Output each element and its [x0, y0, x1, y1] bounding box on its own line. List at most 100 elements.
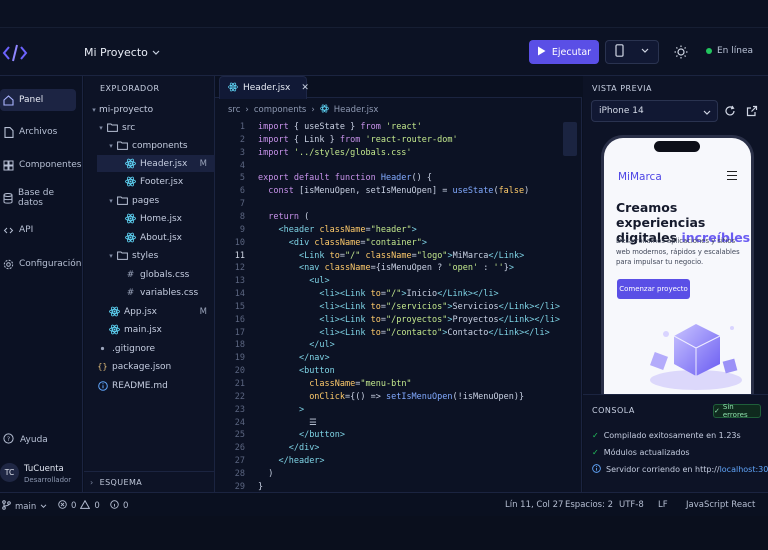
code-line: 5 export default function Header() {: [239, 173, 433, 184]
info-summary[interactable]: 0: [110, 500, 128, 512]
tree-file-variables[interactable]: # variables.css: [84, 284, 215, 301]
info-icon: [96, 380, 109, 391]
language-mode[interactable]: JavaScript React: [686, 500, 755, 510]
help-link[interactable]: ? Ayuda: [3, 433, 48, 447]
chevron-down-icon: ▾: [109, 251, 113, 260]
status-badge-label: Sin errores: [722, 403, 748, 419]
indentation[interactable]: Espacios: 2: [565, 500, 613, 510]
device-select[interactable]: iPhone 14: [591, 100, 718, 122]
tree-file-footer[interactable]: Footer.jsx: [84, 173, 215, 190]
chevron-down-icon: [641, 47, 649, 57]
warning-icon: [80, 499, 91, 512]
site-cta-button[interactable]: Comenzar proyecto: [617, 279, 690, 299]
help-label: Ayuda: [20, 435, 48, 445]
breadcrumb-item[interactable]: src: [228, 105, 240, 115]
chevron-down-icon: ▾: [109, 141, 113, 150]
error-icon: [58, 500, 67, 512]
console-line-text: Módulos actualizados: [603, 448, 690, 457]
user-role: Desarrollador: [24, 476, 72, 484]
run-button[interactable]: Ejecutar: [529, 40, 599, 64]
tab-label: Header.jsx: [243, 83, 291, 93]
line-ending[interactable]: LF: [658, 500, 668, 510]
problems-summary[interactable]: 0 0: [58, 499, 100, 512]
tree-file-header[interactable]: Header.jsx M: [97, 155, 215, 172]
api-icon: [3, 225, 14, 236]
tree-label: pages: [132, 195, 160, 206]
code-line: 7: [239, 199, 245, 210]
code-line: 19 </nav>: [234, 353, 330, 364]
code-line: 26 </div>: [234, 443, 320, 454]
site-brand[interactable]: MiMarca: [618, 171, 662, 183]
tree-folder-src[interactable]: ▾ src: [84, 119, 215, 136]
outline-label: ESQUEMA: [99, 477, 143, 487]
tree-folder-styles[interactable]: ▾ styles: [84, 247, 215, 264]
tree-label: main.jsx: [124, 324, 162, 335]
play-icon: [537, 46, 546, 59]
code-line: 22 onClick={() => setIsMenuOpen(!isMenuO…: [234, 391, 525, 402]
console-title: CONSOLA: [592, 406, 635, 415]
code-line: 3 import '../styles/globals.css': [239, 147, 412, 158]
breadcrumb-item[interactable]: Header.jsx: [334, 105, 379, 115]
refresh-icon[interactable]: [724, 105, 736, 120]
status-badge: ✓ Sin errores: [713, 403, 761, 419]
console-line-text: Servidor corriendo en http://localhost:3…: [606, 465, 768, 474]
preview-title: VISTA PREVIA: [592, 84, 652, 93]
close-icon[interactable]: ✕: [301, 83, 309, 93]
tree-file-package[interactable]: {} package.json: [84, 358, 215, 375]
theme-toggle-sun-icon[interactable]: [671, 42, 691, 62]
sidebar-item-panel[interactable]: Panel: [0, 89, 76, 111]
tree-file-app[interactable]: App.jsx M: [84, 303, 215, 320]
preview-panel: VISTA PREVIA iPhone 14 MiMarca Creamos e…: [583, 76, 768, 397]
tree-file-main[interactable]: main.jsx: [84, 321, 215, 338]
react-icon: [124, 232, 137, 243]
sidebar-item-components[interactable]: Componentes: [0, 154, 81, 176]
breadcrumb-item[interactable]: components: [254, 105, 307, 115]
code-line: 17 <li><Link to="/contacto">Contacto</Li…: [234, 327, 550, 338]
sidebar-item-database[interactable]: Base de datos: [0, 187, 76, 209]
console-line: ✓ Compilado exitosamente en 1.23s: [592, 431, 741, 440]
avatar[interactable]: TC: [0, 463, 19, 482]
branch-selector[interactable]: main: [2, 500, 47, 513]
sidebar-item-files[interactable]: Archivos: [0, 121, 76, 143]
info-count: 0: [123, 501, 129, 511]
check-icon: ✓: [714, 407, 720, 415]
tree-folder-pages[interactable]: ▾ pages: [84, 192, 215, 209]
code-logo-icon: [2, 42, 28, 64]
external-link-icon[interactable]: [746, 105, 758, 120]
sidebar-item-settings[interactable]: Configuración: [0, 253, 81, 275]
site-subtitle: Desarrollamos aplicaciones y sitios web …: [616, 237, 740, 266]
tab-header-jsx[interactable]: Header.jsx ✕: [219, 76, 309, 99]
code-line: 13 <ul>: [234, 276, 330, 287]
sidebar-footer: ? Ayuda TC TuCuenta Desarrollador: [0, 430, 83, 492]
tree-label: globals.css: [140, 269, 190, 280]
code-line: 28 ): [234, 468, 274, 479]
tree-file-readme[interactable]: README.md: [84, 377, 215, 394]
tree-file-home[interactable]: Home.jsx: [84, 210, 215, 227]
tree-label: App.jsx: [124, 306, 157, 317]
hamburger-menu-icon[interactable]: [727, 171, 737, 180]
tree-label: Header.jsx: [140, 158, 188, 169]
tree-file-about[interactable]: About.jsx: [84, 229, 215, 246]
file-icon: [3, 126, 14, 138]
online-status: En línea: [706, 46, 753, 56]
project-selector[interactable]: Mi Proyecto: [84, 46, 160, 59]
sidebar-item-label: Archivos: [19, 127, 58, 137]
encoding[interactable]: UTF-8: [619, 500, 644, 510]
localhost-link[interactable]: localhost:3000: [720, 465, 768, 474]
react-icon: [124, 158, 137, 169]
react-icon: [124, 176, 137, 187]
sidebar-item-api[interactable]: API: [0, 219, 76, 241]
modified-flag: M: [199, 306, 207, 317]
tree-folder-root[interactable]: ▾ mi-proyecto: [84, 101, 215, 118]
code-line: 10 <div className="container">: [234, 237, 427, 248]
tree-folder-components[interactable]: ▾ components: [84, 137, 215, 154]
code-line: 2 import { Link } from 'react-router-dom': [239, 134, 458, 145]
tree-label: package.json: [112, 361, 172, 372]
cursor-position[interactable]: Lín 11, Col 27: [505, 500, 563, 510]
code-line: 18 </ul>: [234, 340, 335, 351]
tree-file-gitignore[interactable]: .gitignore: [84, 340, 215, 357]
device-toggle[interactable]: [605, 40, 659, 64]
tree-file-globals[interactable]: # globals.css: [84, 266, 215, 283]
warning-count: 0: [94, 501, 100, 511]
outline-section[interactable]: › ESQUEMA: [84, 471, 215, 492]
